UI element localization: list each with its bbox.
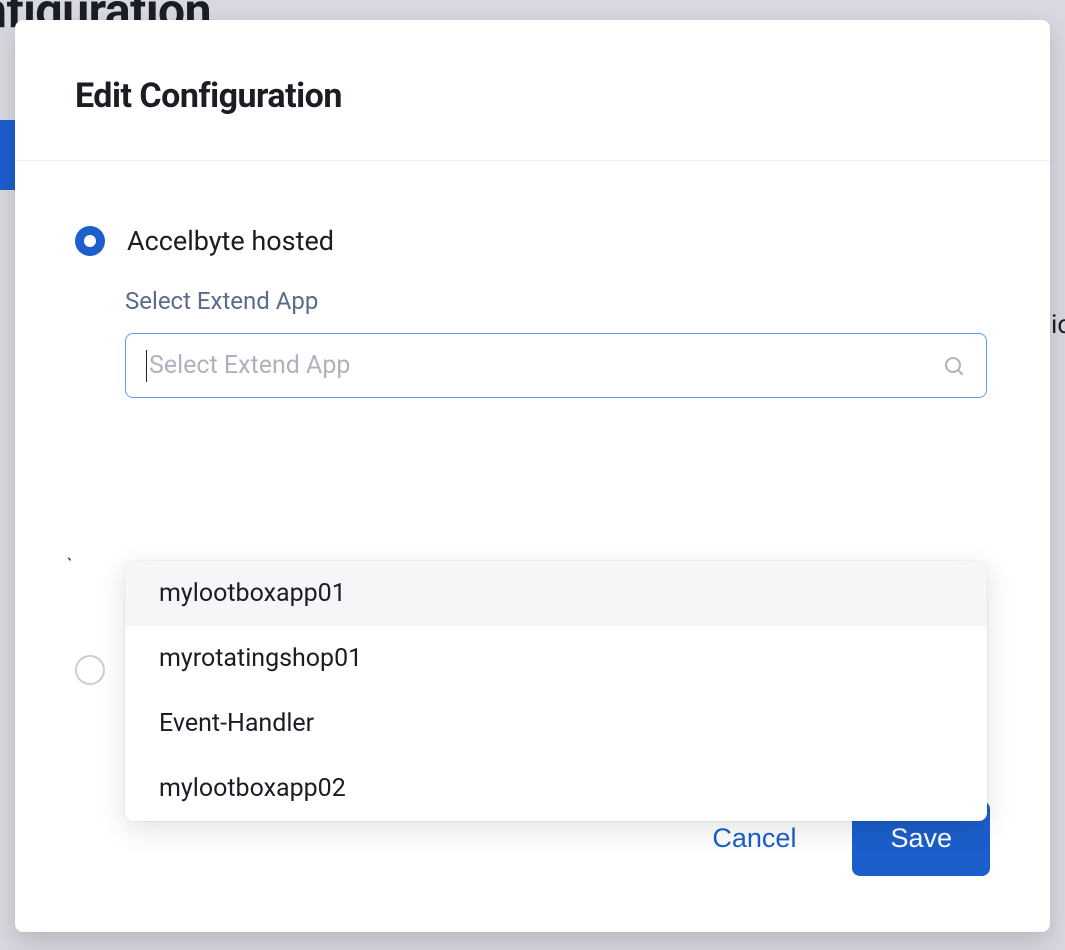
modal-header: Edit Configuration [15, 20, 1050, 161]
modal-body: Accelbyte hosted Select Extend App Selec… [15, 161, 1050, 801]
extend-app-select-input[interactable]: Select Extend App [125, 333, 987, 398]
background-right-fragment: ic [1051, 310, 1065, 350]
background-blue-strip [0, 120, 15, 190]
underlying-text-fragment: ` [67, 556, 73, 577]
edit-configuration-modal: Edit Configuration Accelbyte hosted Sele… [15, 20, 1050, 932]
extend-app-placeholder: Select Extend App [149, 351, 942, 380]
modal-title: Edit Configuration [75, 76, 990, 116]
dropdown-option[interactable]: mylootboxapp02 [125, 756, 987, 821]
text-cursor-icon [146, 350, 147, 382]
extend-app-dropdown: mylootboxapp01 myrotatingshop01 Event-Ha… [125, 561, 987, 821]
extend-app-field: Select Extend App Select Extend App [125, 287, 990, 398]
radio-label-accelbyte: Accelbyte hosted [127, 225, 334, 257]
radio-unselected-icon [75, 655, 105, 685]
dropdown-option[interactable]: mylootboxapp01 [125, 561, 987, 626]
dropdown-option[interactable]: myrotatingshop01 [125, 626, 987, 691]
search-icon [942, 354, 966, 378]
dropdown-option[interactable]: Event-Handler [125, 691, 987, 756]
radio-option-second[interactable] [75, 655, 105, 685]
extend-app-label: Select Extend App [125, 287, 990, 315]
radio-option-accelbyte-hosted[interactable]: Accelbyte hosted [75, 225, 990, 257]
radio-selected-icon [75, 226, 105, 256]
